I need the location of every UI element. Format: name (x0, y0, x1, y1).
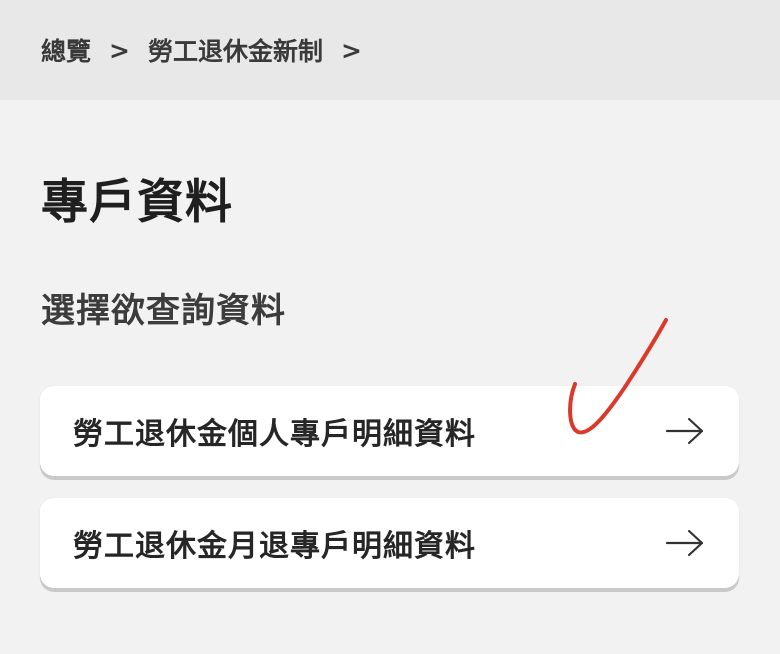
section-label: 選擇欲查詢資料 (41, 291, 286, 331)
breadcrumb: 總覽 > 勞工退休金新制 > (0, 0, 780, 100)
page: 總覽 > 勞工退休金新制 > 專戶資料 選擇欲查詢資料 勞工退休金個人專戶明細資… (0, 0, 780, 654)
option-label: 勞工退休金個人專戶明細資料 (73, 417, 476, 452)
option-personal-account-details[interactable]: 勞工退休金個人專戶明細資料 (40, 386, 739, 476)
arrow-right-icon (665, 417, 704, 445)
breadcrumb-separator: > (340, 35, 362, 65)
page-title: 專戶資料 (41, 175, 233, 230)
breadcrumb-item-labor-pension[interactable]: 勞工退休金新制 (148, 32, 323, 68)
option-label: 勞工退休金月退專戶明細資料 (73, 529, 476, 564)
breadcrumb-item-overview[interactable]: 總覽 (41, 32, 91, 68)
option-monthly-pension-account-details[interactable]: 勞工退休金月退專戶明細資料 (40, 498, 739, 588)
arrow-right-icon (665, 529, 704, 557)
breadcrumb-separator: > (109, 35, 130, 65)
